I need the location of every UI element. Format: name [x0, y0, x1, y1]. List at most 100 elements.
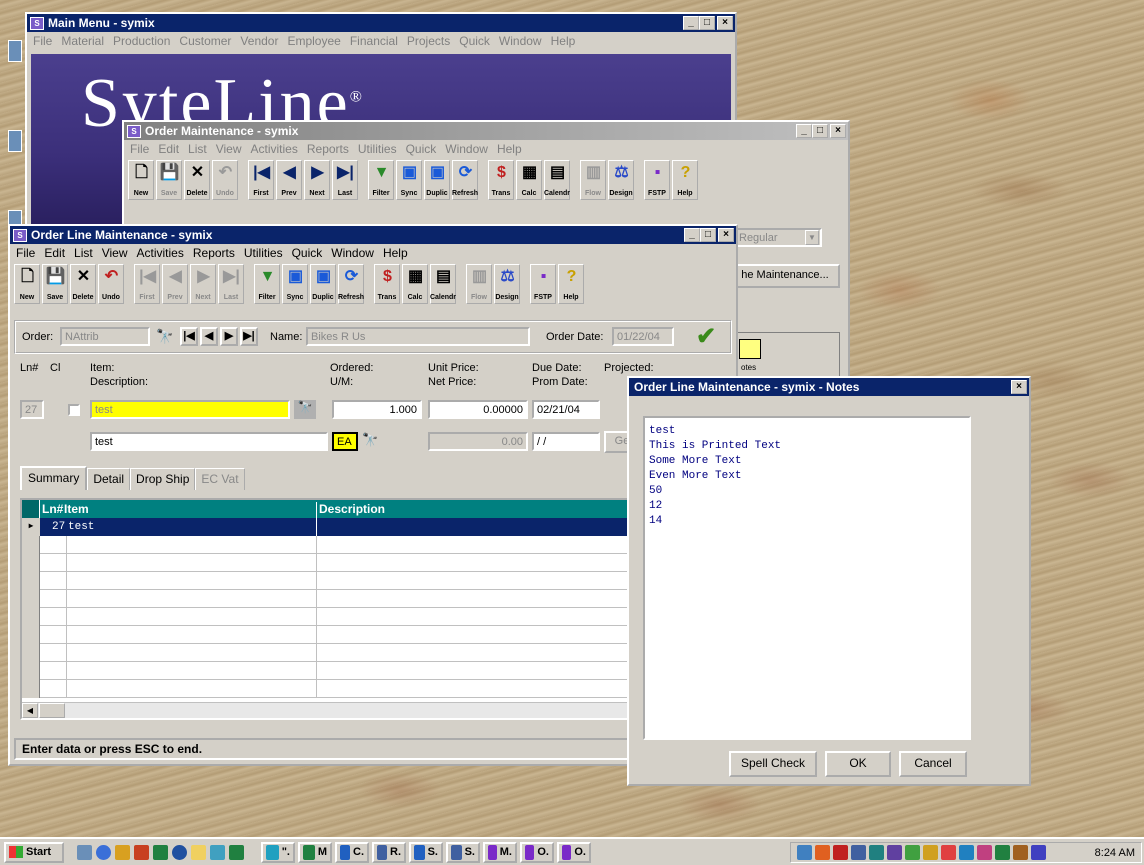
- media-icon[interactable]: [172, 844, 187, 860]
- app-icon[interactable]: [134, 844, 149, 860]
- row-selector[interactable]: [22, 608, 40, 626]
- row-selector[interactable]: [22, 554, 40, 572]
- minimize-button[interactable]: _: [796, 124, 812, 138]
- olm-calendr-button[interactable]: ▤ Calendr: [430, 264, 456, 304]
- item-field[interactable]: test: [90, 400, 290, 419]
- om-last-button[interactable]: ▶| Last: [332, 160, 358, 200]
- om-flow-button[interactable]: ▥ Flow: [580, 160, 606, 200]
- main-menu-employee[interactable]: Employee: [287, 34, 340, 48]
- order-date-field[interactable]: 01/22/04: [612, 327, 674, 346]
- row-selector[interactable]: [22, 644, 40, 662]
- olm-fstp-button[interactable]: ▪ FSTP: [530, 264, 556, 304]
- olm-next-button[interactable]: ▶ Next: [190, 264, 216, 304]
- scroll-left-icon[interactable]: ◀: [22, 703, 38, 718]
- net-price-field[interactable]: 0.00: [428, 432, 528, 451]
- prom-date-field[interactable]: / /: [532, 432, 600, 451]
- line-maintenance-button[interactable]: he Maintenance...: [730, 264, 840, 288]
- desktop-icon[interactable]: [8, 130, 22, 152]
- due-date-field[interactable]: 02/21/04: [532, 400, 600, 419]
- close-button[interactable]: ×: [830, 124, 846, 138]
- om-first-button[interactable]: |◀ First: [248, 160, 274, 200]
- olm-menu-quick[interactable]: Quick: [292, 246, 323, 260]
- olm-duplic-button[interactable]: ▣ Duplic: [310, 264, 336, 304]
- row-selector[interactable]: [22, 626, 40, 644]
- tray-icon[interactable]: [959, 845, 974, 860]
- main-menu-financial[interactable]: Financial: [350, 34, 398, 48]
- order-maintenance-titlebar[interactable]: S Order Maintenance - symix _ □ ×: [124, 122, 848, 140]
- olm-sync-button[interactable]: ▣ Sync: [282, 264, 308, 304]
- next-record-button[interactable]: ▶: [220, 327, 238, 346]
- om-duplic-button[interactable]: ▣ Duplic: [424, 160, 450, 200]
- clock[interactable]: 8:24 AM: [1095, 847, 1135, 859]
- spell-check-button[interactable]: Spell Check: [729, 751, 817, 777]
- main-menu-production[interactable]: Production: [113, 34, 170, 48]
- olm-design-button[interactable]: ⚖ Design: [494, 264, 520, 304]
- notes-dialog[interactable]: Order Line Maintenance - symix - Notes ×…: [627, 376, 1031, 786]
- taskbar-task-button[interactable]: O.: [520, 841, 554, 863]
- ok-button[interactable]: OK: [825, 751, 891, 777]
- taskbar-task-button[interactable]: R.: [372, 841, 406, 863]
- om-menu-view[interactable]: View: [216, 142, 242, 156]
- taskbar-task-button[interactable]: O.: [557, 841, 591, 863]
- close-button[interactable]: ×: [717, 16, 733, 30]
- ordered-field[interactable]: 1.000: [332, 400, 422, 419]
- om-delete-button[interactable]: ✕ Delete: [184, 160, 210, 200]
- folder-icon[interactable]: [191, 844, 206, 860]
- prev-record-button[interactable]: ◀: [200, 327, 218, 346]
- olm-menu-reports[interactable]: Reports: [193, 246, 235, 260]
- item-lookup-binoculars-icon[interactable]: 🔭: [294, 400, 316, 419]
- scroll-thumb[interactable]: [39, 703, 65, 718]
- tray-icon[interactable]: [887, 845, 902, 860]
- first-record-button[interactable]: |◀: [180, 327, 198, 346]
- main-menu-vendor[interactable]: Vendor: [240, 34, 278, 48]
- ie-icon[interactable]: [96, 844, 111, 860]
- om-refresh-button[interactable]: ⟳ Refresh: [452, 160, 478, 200]
- om-fstp-button[interactable]: ▪ FSTP: [644, 160, 670, 200]
- tray-icon[interactable]: [995, 845, 1010, 860]
- olm-calc-button[interactable]: ▦ Calc: [402, 264, 428, 304]
- om-sync-button[interactable]: ▣ Sync: [396, 160, 422, 200]
- olm-menu-list[interactable]: List: [74, 246, 93, 260]
- unit-price-field[interactable]: 0.00000: [428, 400, 528, 419]
- row-selector[interactable]: [22, 536, 40, 554]
- olm-menu-view[interactable]: View: [102, 246, 128, 260]
- tray-icon[interactable]: [833, 845, 848, 860]
- main-menu-quick[interactable]: Quick: [459, 34, 490, 48]
- olm-last-button[interactable]: ▶| Last: [218, 264, 244, 304]
- line-number-field[interactable]: 27: [20, 400, 44, 419]
- maximize-button[interactable]: □: [812, 124, 828, 138]
- olm-menu-file[interactable]: File: [16, 246, 35, 260]
- taskbar-task-button[interactable]: M: [298, 841, 332, 863]
- tray-icon[interactable]: [923, 845, 938, 860]
- tab-detail[interactable]: Detail: [87, 468, 131, 490]
- om-help-button[interactable]: ? Help: [672, 160, 698, 200]
- olm-prev-button[interactable]: ◀ Prev: [162, 264, 188, 304]
- app-icon[interactable]: [210, 844, 225, 860]
- olm-menu-activities[interactable]: Activities: [137, 246, 184, 260]
- om-menu-edit[interactable]: Edit: [158, 142, 179, 156]
- om-prev-button[interactable]: ◀ Prev: [276, 160, 302, 200]
- olm-undo-button[interactable]: ↶ Undo: [98, 264, 124, 304]
- outlook-icon[interactable]: [115, 844, 130, 860]
- main-menu-customer[interactable]: Customer: [179, 34, 231, 48]
- olm-new-button[interactable]: 🗋 New: [14, 264, 40, 304]
- name-field[interactable]: Bikes R Us: [306, 327, 530, 346]
- taskbar-task-button[interactable]: S.: [446, 841, 480, 863]
- tab-summary[interactable]: Summary: [20, 466, 88, 490]
- um-field[interactable]: EA: [332, 432, 358, 451]
- tray-icon[interactable]: [815, 845, 830, 860]
- om-menu-window[interactable]: Window: [445, 142, 488, 156]
- notes-button[interactable]: otes: [726, 332, 840, 378]
- tab-drop-ship[interactable]: Drop Ship: [130, 468, 196, 490]
- cl-checkbox[interactable]: [68, 404, 80, 416]
- cancel-button[interactable]: Cancel: [899, 751, 967, 777]
- binoculars-icon[interactable]: 🔭: [156, 328, 173, 345]
- tray-icon[interactable]: [905, 845, 920, 860]
- minimize-button[interactable]: _: [684, 228, 700, 242]
- checkmark-icon[interactable]: ✔: [696, 322, 716, 351]
- close-button[interactable]: ×: [1011, 380, 1027, 394]
- tray-icon[interactable]: [797, 845, 812, 860]
- om-calc-button[interactable]: ▦ Calc: [516, 160, 542, 200]
- taskbar-task-button[interactable]: ".: [261, 841, 295, 863]
- om-save-button[interactable]: 💾 Save: [156, 160, 182, 200]
